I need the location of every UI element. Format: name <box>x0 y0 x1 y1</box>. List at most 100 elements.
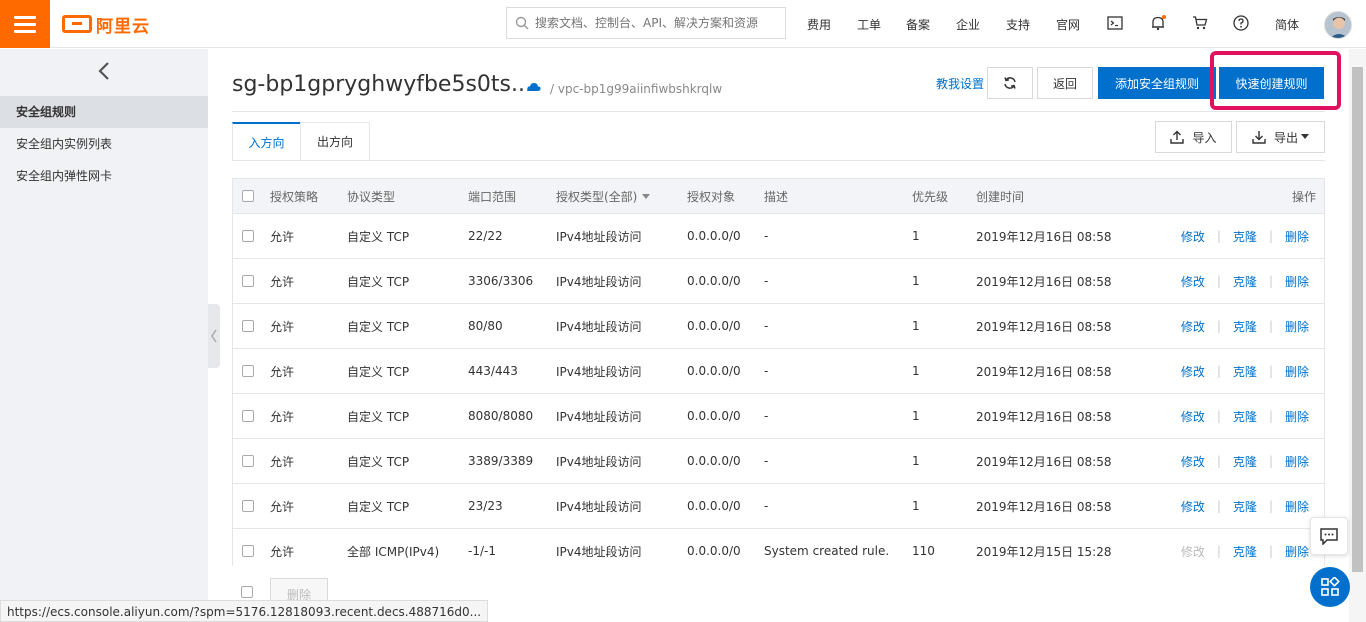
clone-link[interactable]: 克隆 <box>1233 408 1257 425</box>
tab-outbound[interactable]: 出方向 <box>300 122 370 161</box>
action-separator: | <box>1216 454 1221 468</box>
delete-link[interactable]: 删除 <box>1285 318 1309 335</box>
col-auth-type-filter[interactable]: 授权类型(全部) <box>556 179 651 213</box>
clone-link[interactable]: 克隆 <box>1233 363 1257 380</box>
edit-link[interactable]: 修改 <box>1181 408 1205 425</box>
terminal-icon[interactable] <box>1106 14 1124 32</box>
footer-select-all-checkbox[interactable] <box>241 586 253 598</box>
export-label: 导出 <box>1273 130 1298 145</box>
row-checkbox[interactable] <box>242 349 254 393</box>
cell-auth-type: IPv4地址段访问 <box>556 319 642 334</box>
cell-desc: - <box>764 229 769 243</box>
delete-link[interactable]: 删除 <box>1285 408 1309 425</box>
cell-time: 2019年12月16日 08:58 <box>976 454 1112 469</box>
delete-link[interactable]: 删除 <box>1285 498 1309 515</box>
cell-policy: 允许 <box>270 319 295 334</box>
select-all-checkbox[interactable] <box>242 179 254 213</box>
clone-link[interactable]: 克隆 <box>1233 498 1257 515</box>
cell-priority: 1 <box>912 274 920 288</box>
page-scrollbar[interactable] <box>1349 49 1366 622</box>
chat-icon[interactable] <box>1310 517 1348 555</box>
edit-link[interactable]: 修改 <box>1181 363 1205 380</box>
cell-time: 2019年12月16日 08:58 <box>976 229 1112 244</box>
delete-link[interactable]: 删除 <box>1285 228 1309 245</box>
search-input[interactable] <box>535 16 775 30</box>
nav-enterprise[interactable]: 企业 <box>956 16 980 33</box>
edit-link[interactable]: 修改 <box>1181 453 1205 470</box>
clone-link[interactable]: 克隆 <box>1233 273 1257 290</box>
cloud-icon <box>527 83 541 91</box>
cell-time: 2019年12月16日 08:58 <box>976 364 1112 379</box>
sidebar-back-button[interactable] <box>0 49 208 93</box>
clone-link[interactable]: 克隆 <box>1233 453 1257 470</box>
col-protocol: 协议类型 <box>347 189 396 204</box>
user-avatar[interactable] <box>1324 11 1352 39</box>
action-separator: | <box>1268 409 1273 423</box>
row-checkbox[interactable] <box>242 484 254 528</box>
cell-port: 8080/8080 <box>468 409 534 423</box>
vpc-breadcrumb[interactable]: / vpc-bp1g99aiinfiwbshkrqlw <box>550 82 722 96</box>
sidebar-item-eni[interactable]: 安全组内弹性网卡 <box>0 160 208 192</box>
caret-down-icon <box>1301 134 1309 139</box>
sidebar-item-rules[interactable]: 安全组规则 <box>0 96 208 128</box>
hamburger-menu-button[interactable] <box>0 0 50 48</box>
cell-auth-type: IPv4地址段访问 <box>556 409 642 424</box>
col-actions: 操作 <box>1291 189 1316 204</box>
row-checkbox[interactable] <box>242 304 254 348</box>
cell-port: 3389/3389 <box>468 454 534 468</box>
delete-link[interactable]: 删除 <box>1285 453 1309 470</box>
cell-time: 2019年12月16日 08:58 <box>976 319 1112 334</box>
clone-link[interactable]: 克隆 <box>1233 318 1257 335</box>
help-setup-link[interactable]: 教我设置 <box>936 75 984 92</box>
nav-billing[interactable]: 费用 <box>807 16 831 33</box>
edit-link[interactable]: 修改 <box>1181 498 1205 515</box>
refresh-button[interactable] <box>987 67 1033 99</box>
row-checkbox[interactable] <box>242 394 254 438</box>
row-checkbox[interactable] <box>242 214 254 258</box>
aliyun-logo[interactable]: 阿里云 <box>62 12 150 37</box>
chevron-left-icon <box>98 62 109 80</box>
cell-desc: - <box>764 319 769 333</box>
sidebar-collapse-handle[interactable] <box>208 304 220 368</box>
chevron-left-small-icon <box>211 329 217 343</box>
edit-link[interactable]: 修改 <box>1181 318 1205 335</box>
sidebar-item-instances[interactable]: 安全组内实例列表 <box>0 128 208 160</box>
scrollbar-thumb[interactable] <box>1352 67 1363 572</box>
cell-policy: 允许 <box>270 409 295 424</box>
action-separator: | <box>1216 274 1221 288</box>
clone-link[interactable]: 克隆 <box>1233 543 1257 560</box>
delete-link[interactable]: 删除 <box>1285 543 1309 560</box>
delete-link[interactable]: 删除 <box>1285 363 1309 380</box>
refresh-icon <box>1004 77 1016 89</box>
download-icon <box>1252 131 1266 144</box>
import-button[interactable]: 导入 <box>1155 121 1232 153</box>
apps-grid-icon[interactable] <box>1310 567 1350 607</box>
cell-time: 2019年12月16日 08:58 <box>976 499 1112 514</box>
cell-object: 0.0.0.0/0 <box>687 454 741 468</box>
row-checkbox[interactable] <box>242 259 254 303</box>
nav-website[interactable]: 官网 <box>1056 16 1080 33</box>
language-switch[interactable]: 简体 <box>1275 16 1299 33</box>
bell-icon[interactable] <box>1149 14 1167 32</box>
highlight-annotation <box>1210 51 1341 110</box>
caret-down-icon <box>642 193 651 199</box>
tab-inbound[interactable]: 入方向 <box>232 122 301 161</box>
cell-desc: - <box>764 274 769 288</box>
back-button[interactable]: 返回 <box>1037 67 1093 99</box>
nav-support[interactable]: 支持 <box>1006 16 1030 33</box>
add-rule-button[interactable]: 添加安全组规则 <box>1098 67 1216 99</box>
edit-link[interactable]: 修改 <box>1181 228 1205 245</box>
edit-link[interactable]: 修改 <box>1181 273 1205 290</box>
clone-link[interactable]: 克隆 <box>1233 228 1257 245</box>
nav-icp[interactable]: 备案 <box>906 16 930 33</box>
cart-icon[interactable] <box>1191 14 1209 32</box>
help-icon[interactable] <box>1232 14 1250 32</box>
search-box[interactable] <box>506 7 786 39</box>
nav-tickets[interactable]: 工单 <box>857 16 881 33</box>
row-checkbox[interactable] <box>242 439 254 483</box>
export-button[interactable]: 导出 <box>1236 121 1325 153</box>
delete-link[interactable]: 删除 <box>1285 273 1309 290</box>
edit-link[interactable]: 修改 <box>1181 543 1205 560</box>
cell-object: 0.0.0.0/0 <box>687 229 741 243</box>
cell-priority: 1 <box>912 319 920 333</box>
